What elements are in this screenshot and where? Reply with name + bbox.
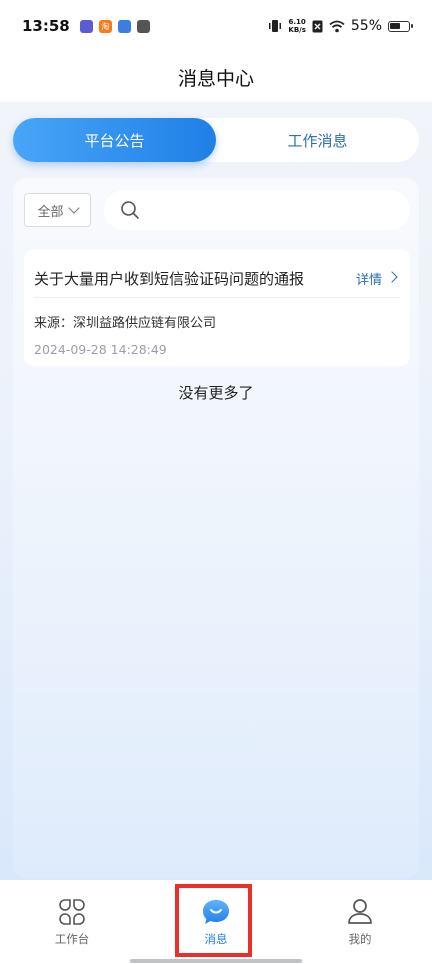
search-input[interactable] [150, 202, 410, 218]
nav-label-workbench: 工作台 [54, 932, 90, 946]
category-filter-dropdown[interactable]: 全部 [24, 193, 91, 227]
sim-disabled-icon [312, 20, 323, 32]
nav-item-workbench[interactable]: 工作台 [22, 880, 122, 964]
battery-icon [388, 20, 413, 32]
bottom-nav: 工作台 消息 我的 [0, 880, 432, 964]
app-notification-icon [136, 19, 150, 33]
status-bar: 13:58 淘 6.10 KB/s 55% [0, 0, 432, 52]
message-title: 关于大量用户收到短信验证码问题的通报 [34, 270, 305, 288]
message-icon [203, 900, 229, 924]
vibrate-icon [269, 20, 282, 32]
tab-work-message[interactable]: 工作消息 [216, 118, 419, 162]
status-time: 13:58 [22, 17, 70, 35]
nav-label-profile: 我的 [348, 932, 372, 946]
tab-switcher: 平台公告 工作消息 [13, 118, 419, 162]
nav-item-messages[interactable]: 消息 [166, 880, 266, 964]
nav-label-messages: 消息 [204, 932, 228, 946]
divider [34, 297, 400, 298]
no-more-text: 没有更多了 [178, 384, 254, 402]
chevron-right-icon[interactable] [386, 271, 398, 283]
filter-selected-label: 全部 [37, 204, 64, 220]
chevron-down-icon [67, 201, 80, 214]
nav-item-profile[interactable]: 我的 [310, 880, 410, 964]
taobao-icon: 淘 [98, 19, 112, 33]
message-source: 来源：深圳益路供应链有限公司 [34, 316, 217, 331]
app-notification-icon [117, 19, 131, 33]
app-notification-icon [79, 19, 93, 33]
profile-icon [348, 899, 372, 924]
message-time: 2024-09-28 14:28:49 [34, 342, 167, 357]
page-title: 消息中心 [177, 67, 254, 90]
message-card[interactable]: 关于大量用户收到短信验证码问题的通报 详情 来源：深圳益路供应链有限公司 202… [24, 249, 410, 366]
nav-header: 消息中心 [0, 52, 432, 102]
search-bar[interactable] [104, 190, 410, 230]
wifi-icon [329, 20, 345, 32]
workbench-icon [59, 899, 85, 925]
tab-platform-announcement[interactable]: 平台公告 [13, 118, 216, 162]
detail-link[interactable]: 详情 [356, 269, 382, 288]
battery-percent: 55% [350, 18, 382, 34]
network-speed: 6.10 KB/s [288, 18, 306, 34]
search-icon [121, 201, 139, 219]
home-indicator [130, 959, 302, 963]
